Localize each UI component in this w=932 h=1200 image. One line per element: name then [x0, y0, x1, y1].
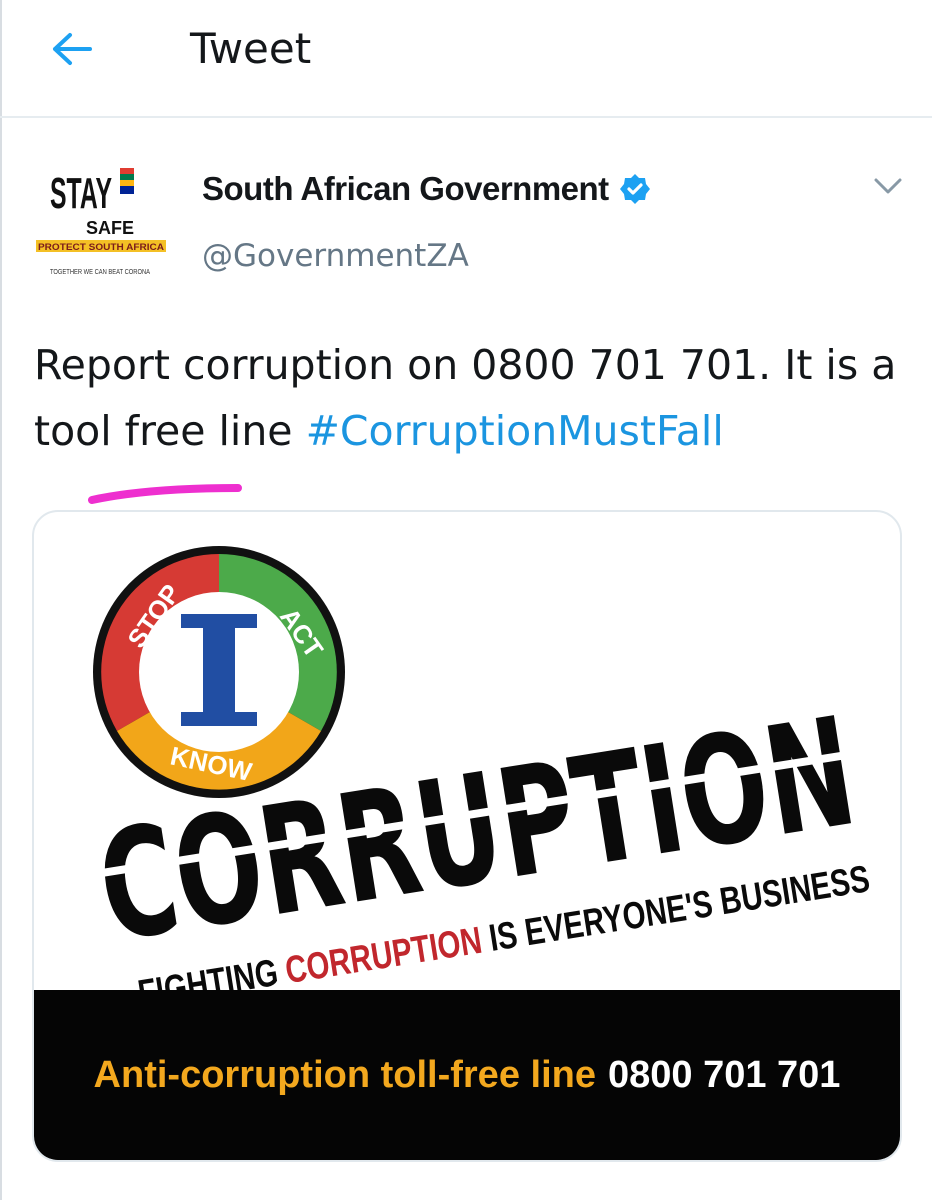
author-handle[interactable]: @GovernmentZA [202, 238, 469, 274]
banner-number: 0800 701 701 [607, 1053, 841, 1096]
banner-label: Anti-corruption toll-free line 0800 701 7… [94, 1054, 841, 1097]
screen-edge [0, 0, 2, 1200]
author-name[interactable]: South African Government [202, 170, 651, 208]
avatar-protect-text: PROTECT SOUTH AFRICA [38, 242, 165, 252]
campaign-graphic: I STOP ACT KNOW CORRUPTION FIGHTING CORR… [71, 546, 873, 994]
page-title: Tweet [190, 24, 312, 73]
tollfree-banner: Anti-corruption toll-free line 0800 701 7… [34, 990, 900, 1160]
pen-underline-mark [88, 484, 242, 504]
avatar-stay-text: STAY [50, 169, 112, 218]
back-button[interactable] [40, 22, 104, 76]
top-bar: Tweet [0, 0, 932, 118]
avatar-safe-text: SAFE [86, 218, 134, 238]
avatar[interactable]: STAY SAFE PROTECT SOUTH AFRICA TOGETHER … [32, 160, 172, 280]
more-options-button[interactable] [868, 168, 908, 204]
media-card[interactable]: I STOP ACT KNOW CORRUPTION FIGHTING CORR… [32, 510, 902, 1162]
hashtag-link[interactable]: #CorruptionMustFall [306, 407, 724, 455]
anti-corruption-logo: I STOP ACT KNOW [93, 546, 345, 798]
avatar-together-text: TOGETHER WE CAN BEAT CORONA [50, 269, 150, 276]
arrow-left-icon [53, 33, 92, 65]
tweet-text: Report corruption on 0800 701 701. It is… [34, 332, 904, 464]
author-name-text: South African Government [202, 170, 609, 207]
chevron-down-icon [874, 178, 902, 194]
verified-badge-icon [619, 174, 650, 204]
banner-label-text: Anti-corruption toll-free line [93, 1053, 596, 1096]
